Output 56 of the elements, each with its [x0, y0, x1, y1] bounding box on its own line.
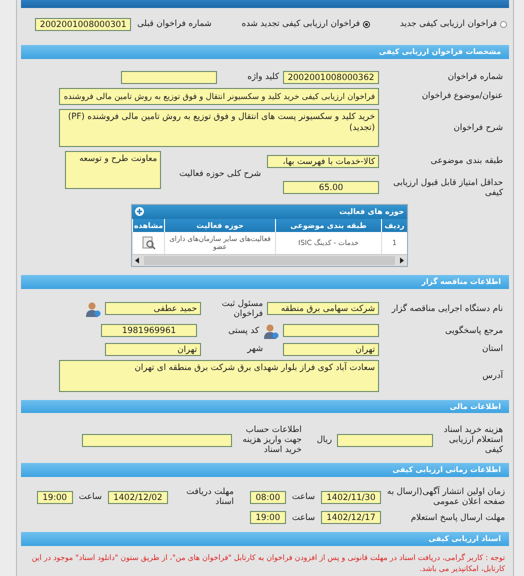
time-label: ساعت: [78, 492, 103, 502]
time-field[interactable]: 19:00: [250, 511, 286, 524]
horizontal-scrollbar[interactable]: [132, 254, 407, 266]
previous-number-field[interactable]: 2002001008000301: [35, 18, 132, 31]
reference-field[interactable]: [283, 324, 379, 338]
field-label: شماره فراخوان: [446, 72, 503, 82]
date-field[interactable]: 1402/11/30: [321, 490, 381, 504]
date-field[interactable]: 1402/12/02: [108, 490, 168, 504]
field-label: مرجع پاسخگویی: [444, 326, 503, 336]
user-icon[interactable]: [263, 322, 279, 339]
field-label: کلید واژه: [246, 72, 280, 82]
field-label: اطلاعات حساب جهت واریز هزینه خرید اسناد: [242, 425, 302, 456]
time-field[interactable]: 19:00: [36, 490, 73, 504]
call-number-field[interactable]: 2002001008000362: [283, 70, 379, 84]
time-label: ساعت: [290, 512, 316, 523]
date-field[interactable]: 1402/12/17: [321, 511, 381, 524]
field-label: آدرس: [481, 370, 503, 381]
user-icon[interactable]: [85, 300, 101, 317]
postal-code-field[interactable]: 1981969961: [101, 324, 197, 338]
field-label: استان: [481, 344, 503, 354]
add-icon[interactable]: [135, 207, 144, 216]
city-field[interactable]: تهران: [105, 342, 201, 356]
min-score-field[interactable]: 65.00: [283, 181, 379, 194]
field-label: شهر: [246, 344, 264, 354]
field-label: مهلت دریافت اسناد: [185, 487, 234, 508]
activity-scope-field[interactable]: معاونت طرح و توسعه: [65, 150, 161, 189]
account-info-field[interactable]: [82, 434, 232, 447]
field-label: عنوان/موضوع فراخوان: [420, 91, 503, 102]
field-label: مهلت ارسال پاسخ استعلام: [410, 512, 505, 523]
field-label: شماره فراخوان قبلی: [137, 19, 212, 30]
field-label: شرح کلی حوزه فعالیت: [178, 168, 262, 179]
field-label: کد پستی: [227, 326, 260, 336]
field-label: شرح فراخوان: [452, 122, 503, 133]
organization-field[interactable]: شرکت سهامی برق منطقه: [267, 302, 379, 316]
radio-label[interactable]: فراخوان ارزیابی کیفی تجدید شده: [242, 19, 360, 30]
subject-field[interactable]: فراخوان ارزیابی کیفی خرید کلید و سکسیونر انتقال و فوق توزیع به روش تامین مالی فروشنده: [59, 88, 379, 105]
radio-label[interactable]: فراخوان ارزیابی کیفی جدید: [400, 19, 497, 30]
description-field[interactable]: خرید کلید و سکسیونر پست های انتقال و فوق توزیع به روش تامین مالی فروشنده (PF) (تجدید): [59, 108, 379, 147]
field-label: زمان اولین انتشار آگهی(ارسال به صفحه اعلان عمومی: [386, 487, 505, 508]
field-label: مسئول ثبت فراخوان: [220, 298, 264, 319]
province-field[interactable]: تهران: [283, 342, 379, 356]
unit-label: ریال: [316, 435, 333, 446]
field-label: حداقل امتیاز قابل قبول ارزیابی کیفی: [392, 178, 503, 198]
address-field[interactable]: سعادت آباد کوی فراز بلوار شهدای برق شرکت برق منطقه ای تهران: [59, 360, 379, 392]
registrar-field[interactable]: حمید عطفی: [105, 302, 201, 316]
document-fee-field[interactable]: [337, 434, 433, 447]
time-field[interactable]: 08:00: [250, 490, 286, 504]
radio-button[interactable]: [363, 20, 370, 28]
field-label: طبقه بندی موضوعی: [430, 156, 503, 166]
field-label: نام دستگاه اجرایی مناقصه گزار: [390, 304, 503, 314]
category-field[interactable]: کالا-خدمات با فهرست بها،: [267, 154, 379, 168]
keyword-field[interactable]: [121, 70, 217, 84]
radio-button[interactable]: [500, 20, 507, 28]
field-label: هزینه خرید اسناد استعلام ارزیابی کیفی: [442, 425, 503, 456]
time-label: ساعت: [290, 492, 316, 502]
magnifier-icon[interactable]: [142, 236, 156, 250]
